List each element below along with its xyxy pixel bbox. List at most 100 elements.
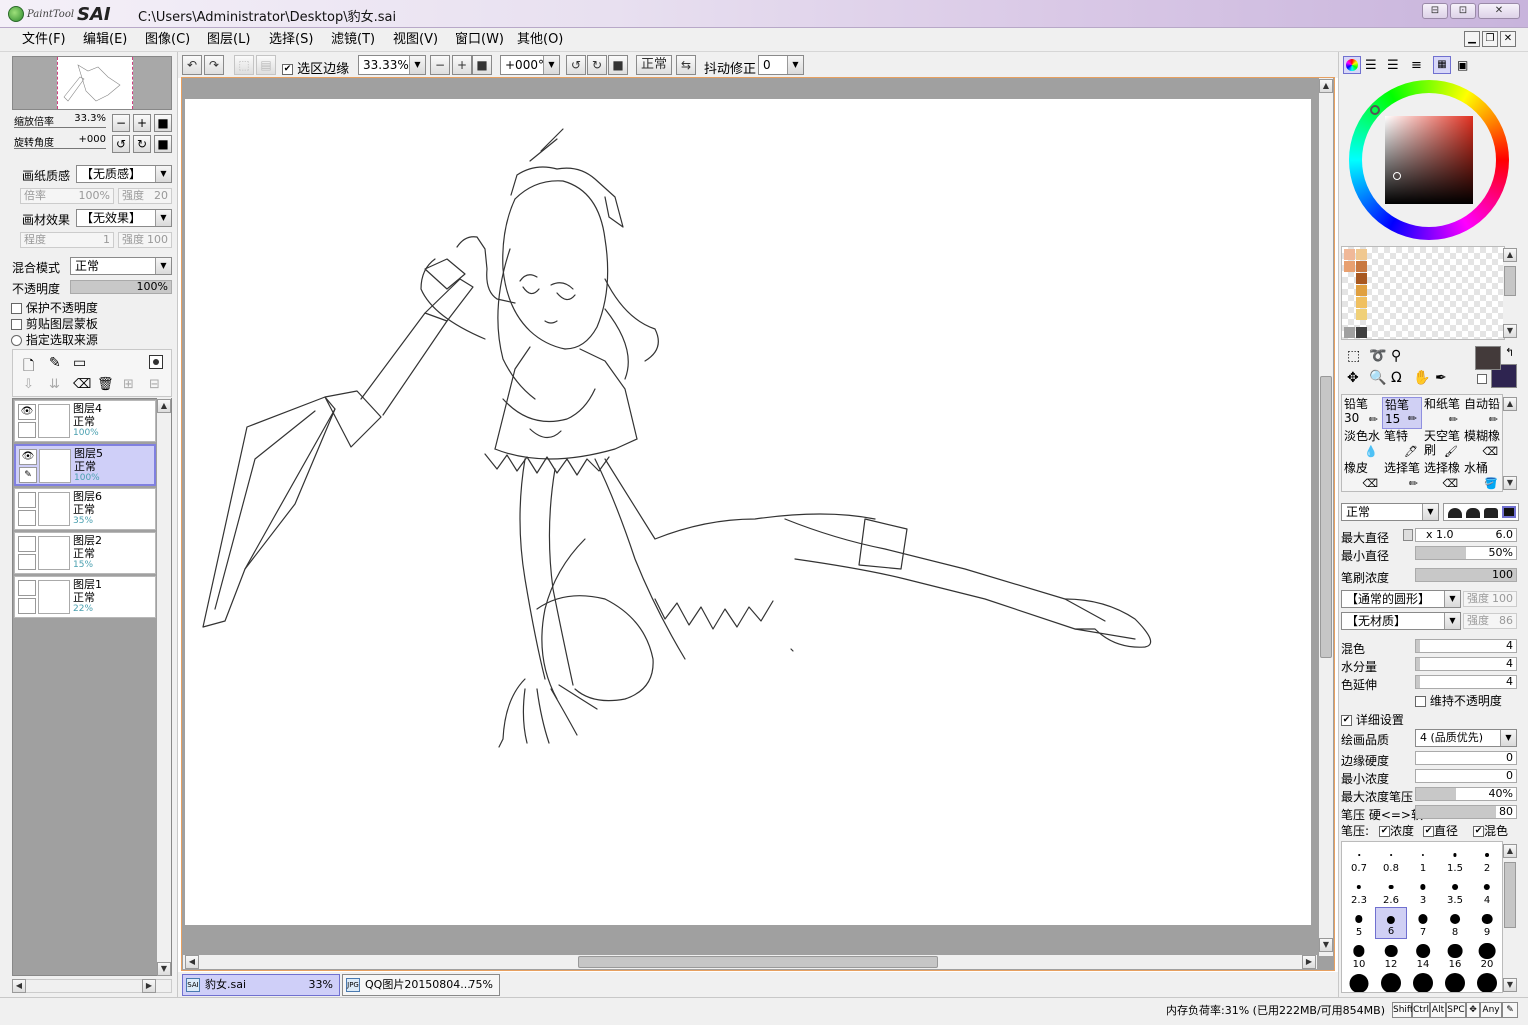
max-pressure-slider[interactable]: 40% (1415, 787, 1517, 801)
brush-size-cell[interactable]: 6 (1375, 907, 1407, 939)
visibility-toggle[interactable] (18, 536, 36, 552)
color-swatch[interactable] (1356, 309, 1367, 320)
swatch-grid[interactable] (1341, 246, 1505, 340)
quality-select[interactable]: 4 (品质优先) ▼ (1415, 729, 1517, 747)
layer-lock-toggle[interactable]: ✎ (19, 467, 37, 483)
layer-lock-toggle[interactable] (18, 510, 36, 526)
layer-row[interactable]: 图层2 正常 15% (14, 532, 156, 574)
hue-picker-icon[interactable] (1370, 105, 1380, 115)
size-lock-icon[interactable] (1403, 529, 1413, 541)
texture-strength-field[interactable]: 强度 86 (1463, 613, 1517, 629)
scroll-up-icon[interactable]: ▲ (1503, 248, 1517, 262)
new-linework-layer-icon[interactable]: ✎ (49, 355, 61, 371)
document-tab[interactable]: SAI 豹女.sai 33% (182, 974, 340, 996)
navigator-preview[interactable] (12, 56, 172, 110)
blend-slider[interactable]: 4 (1415, 639, 1517, 653)
menu-layer[interactable]: 图层(L) (207, 31, 250, 49)
scroll-up-icon[interactable]: ▲ (1503, 844, 1517, 858)
effect-strength-field[interactable]: 强度 100 (118, 232, 172, 248)
scroll-up-icon[interactable]: ▲ (1319, 79, 1333, 93)
brush-size-cell[interactable]: 14 (1407, 939, 1439, 971)
layer-mask-icon[interactable] (149, 355, 163, 369)
protect-opacity-checkbox[interactable] (11, 303, 22, 314)
rotate-reset-button[interactable]: ■ (154, 135, 172, 153)
visibility-toggle[interactable]: 👁 (19, 449, 37, 465)
detail-settings-option[interactable]: ✔ 详细设置 (1341, 711, 1404, 728)
brush-tool-6[interactable]: 天空笔刷 🖌 (1422, 429, 1462, 461)
layer-row[interactable]: 图层1 正常 22% (14, 576, 156, 618)
selection-source-radio[interactable] (11, 335, 22, 346)
merge-selected-icon[interactable]: ⊞ (123, 377, 134, 392)
brush-shape-select[interactable]: 【通常的圆形】 ▼ (1341, 590, 1461, 608)
mdi-close-button[interactable]: ✕ (1500, 31, 1516, 47)
eyedropper-icon[interactable]: ✒ (1435, 370, 1447, 386)
water-slider[interactable]: 4 (1415, 657, 1517, 671)
rotation-slider[interactable] (14, 148, 106, 149)
layer-lock-toggle[interactable] (18, 554, 36, 570)
layer-row[interactable]: 👁 图层4 正常 100% (14, 400, 156, 442)
layer-list-scrollbar[interactable] (157, 398, 171, 976)
medium-tip-icon[interactable] (1466, 508, 1480, 518)
brush-shape-presets[interactable] (1443, 503, 1519, 521)
zoom-slider[interactable] (14, 127, 106, 128)
scroll-right-icon[interactable]: ▶ (142, 979, 156, 993)
toolbar-zoom-reset-button[interactable]: ■ (472, 55, 492, 75)
color-swatch[interactable] (1344, 249, 1355, 260)
maximize-button[interactable]: ⊡ (1450, 3, 1476, 19)
scratchpad-tab-icon[interactable]: ▣ (1457, 58, 1468, 72)
brush-tool-9[interactable]: 选择笔 ✏ (1382, 461, 1422, 493)
menu-window[interactable]: 窗口(W) (455, 31, 504, 49)
brush-tool-0[interactable]: 铅笔30 ✏ (1342, 397, 1382, 429)
rotate-right-button[interactable]: ↻ (133, 135, 151, 153)
brush-size-cell[interactable]: 10 (1343, 939, 1375, 971)
menu-image[interactable]: 图像(C) (145, 31, 190, 49)
visibility-toggle[interactable]: 👁 (18, 404, 36, 420)
brush-size-cell[interactable]: 30 (1375, 971, 1407, 992)
opacity-slider[interactable]: 100% (70, 280, 172, 294)
color-swatch[interactable] (1356, 261, 1367, 272)
scroll-down-icon[interactable]: ▼ (157, 962, 171, 976)
effect-select[interactable]: 【无效果】 ▼ (76, 209, 172, 227)
navigator-viewport[interactable] (57, 57, 133, 109)
keep-opacity-checkbox[interactable] (1415, 696, 1426, 707)
selection-source-option[interactable]: 指定选取来源 (11, 331, 98, 348)
magic-wand-icon[interactable]: ⚲ (1391, 348, 1401, 364)
effect-degree-field[interactable]: 程度 1 (20, 232, 114, 248)
edge-hardness-slider[interactable]: 0 (1415, 751, 1517, 765)
paper-scale-field[interactable]: 倍率 100% (20, 188, 114, 204)
rotate-tool-icon[interactable]: Ω (1391, 370, 1402, 386)
pressure-slider[interactable]: 80 (1415, 805, 1517, 819)
mdi-minimize-button[interactable]: ▁ (1464, 31, 1480, 47)
toolbar-rotate-left-button[interactable]: ↺ (566, 55, 586, 75)
clip-mask-checkbox[interactable] (11, 319, 22, 330)
brush-tool-3[interactable]: 自动铅 ✏ (1462, 397, 1502, 429)
brush-size-cell[interactable]: 1.5 (1439, 843, 1471, 875)
brush-tool-7[interactable]: 模糊橡 ⌫ (1462, 429, 1502, 461)
brush-size-cell[interactable]: 2.3 (1343, 875, 1375, 907)
color-wheel-tab[interactable] (1343, 56, 1361, 74)
hsv-slider-tab-icon[interactable]: ☰ (1387, 58, 1399, 73)
hard-tip-icon[interactable] (1484, 508, 1498, 518)
paper-texture-select[interactable]: 【无质感】 ▼ (76, 165, 172, 183)
primary-color-swatch[interactable] (1475, 346, 1501, 370)
brush-size-cell[interactable]: 20 (1471, 939, 1502, 971)
sv-picker-icon[interactable] (1393, 172, 1401, 180)
pen-density-option[interactable]: ✔ 浓度 (1379, 822, 1414, 839)
scroll-down-icon[interactable]: ▼ (1319, 938, 1333, 952)
keep-opacity-option[interactable]: 维持不透明度 (1415, 692, 1502, 709)
zoom-select[interactable]: 33.33% ▼ (358, 55, 426, 75)
menu-select[interactable]: 选择(S) (269, 31, 313, 49)
color-swatch[interactable] (1356, 273, 1367, 284)
menu-file[interactable]: 文件(F) (22, 31, 66, 49)
rotation-select[interactable]: +000° ▼ (500, 55, 560, 75)
rect-select-icon[interactable]: ⬚ (1347, 348, 1360, 364)
clip-mask-option[interactable]: 剪贴图层蒙板 (11, 315, 98, 332)
scroll-left-icon[interactable]: ◀ (12, 979, 26, 993)
document-tab[interactable]: JPG QQ图片20150804... 75% (342, 974, 500, 996)
horizontal-scroll-thumb[interactable] (578, 956, 938, 968)
square-tip-icon[interactable] (1502, 506, 1516, 518)
color-swatch[interactable] (1356, 285, 1367, 296)
toolbar-zoom-in-button[interactable]: + (452, 55, 472, 75)
paper-strength-field[interactable]: 强度 20 (118, 188, 172, 204)
protect-opacity-option[interactable]: 保护不透明度 (11, 299, 98, 316)
